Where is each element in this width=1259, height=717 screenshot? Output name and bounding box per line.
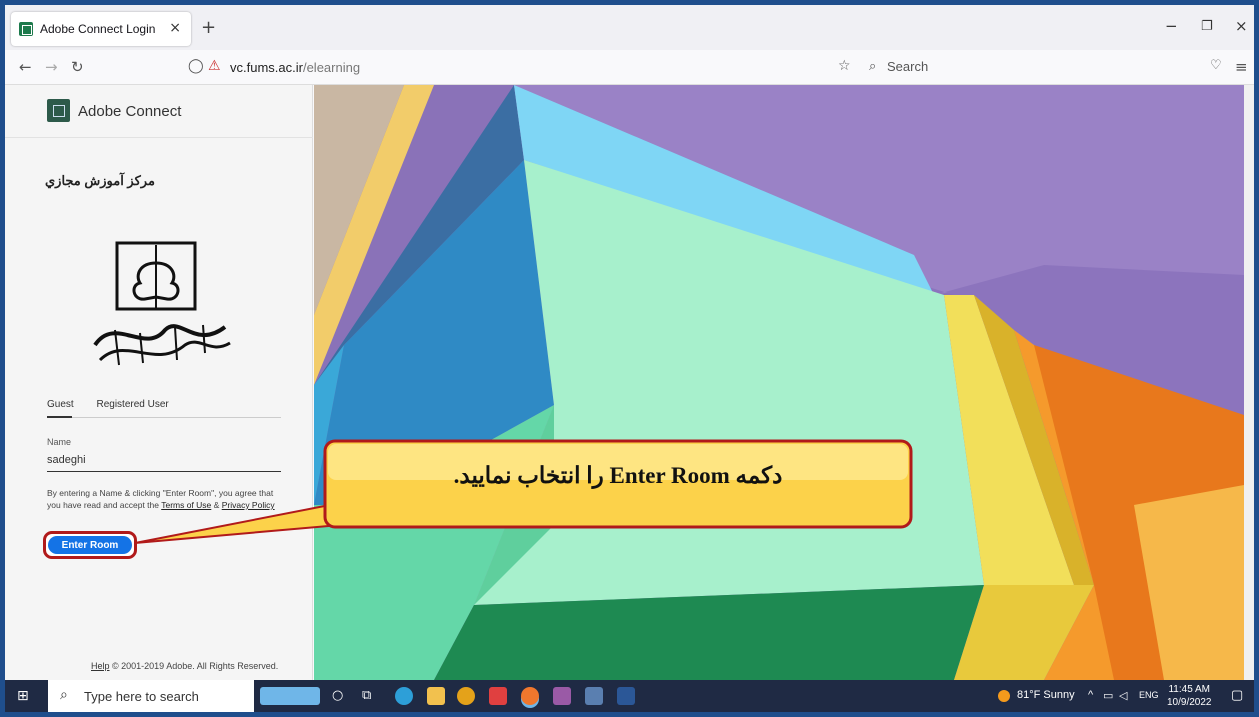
word-icon[interactable] <box>617 687 635 705</box>
browser-window: Adobe Connect Login × + − ❐ × ← → ↻ ◯ ⚠ … <box>5 5 1254 712</box>
tab-bar: Adobe Connect Login × + − ❐ × <box>5 5 1254 50</box>
search-bar[interactable]: ⌕ Search <box>865 55 1205 80</box>
edge-icon[interactable] <box>395 687 413 705</box>
insecure-lock-icon[interactable]: ⚠ <box>208 58 221 74</box>
tray-expand-icon[interactable]: ^ <box>1088 689 1093 701</box>
chrome-icon[interactable] <box>457 687 475 705</box>
cortana-icon[interactable]: ○ <box>332 688 350 706</box>
photos-icon[interactable] <box>585 687 603 705</box>
network-icon[interactable]: ▭ <box>1103 689 1113 702</box>
notification-icon[interactable]: ▢ <box>1231 687 1243 703</box>
taskbar: ⊞ ⌕ Type here to search ○ ⧉ 81°F Sunny ^… <box>5 680 1254 712</box>
address-bar[interactable]: ◯ ⚠ vc.fums.ac.ir/elearning <box>180 54 840 81</box>
new-tab-icon[interactable]: + <box>201 17 216 38</box>
window-close-icon[interactable]: × <box>1235 17 1248 35</box>
callout-bubble <box>134 439 913 544</box>
screen-frame: Adobe Connect Login × + − ❐ × ← → ↻ ◯ ⚠ … <box>0 0 1259 717</box>
search-highlight-icon[interactable] <box>260 687 320 705</box>
forward-icon[interactable]: → <box>45 58 58 76</box>
clock-time: 11:45 AM <box>1168 684 1210 695</box>
windows-start-icon[interactable]: ⊞ <box>17 688 29 704</box>
winrar-icon[interactable] <box>553 687 571 705</box>
shield-icon[interactable]: ◯ <box>188 58 204 74</box>
url-path: /elearning <box>302 60 361 75</box>
callout: دکمه Enter Room را انتخاب نمایید. <box>323 438 913 528</box>
tab-title: Adobe Connect Login <box>40 22 156 36</box>
navigation-bar: ← → ↻ ◯ ⚠ vc.fums.ac.ir/elearning ☆ ⌕ Se… <box>5 50 1254 85</box>
clock[interactable]: 11:45 AM 10/9/2022 <box>1167 683 1212 709</box>
taskbar-search-icon: ⌕ <box>60 687 68 703</box>
language-indicator[interactable]: ENG <box>1139 690 1159 700</box>
taskbar-search-placeholder: Type here to search <box>84 689 199 704</box>
weather-sun-icon <box>998 690 1010 702</box>
tab-adobe-connect[interactable]: Adobe Connect Login × <box>11 12 191 46</box>
callout-text: دکمه Enter Room را انتخاب نمایید. <box>453 463 783 488</box>
minimize-icon[interactable]: − <box>1165 17 1178 35</box>
clock-date: 10/9/2022 <box>1167 697 1212 708</box>
search-placeholder: Search <box>887 59 929 74</box>
tab-close-icon[interactable]: × <box>169 20 181 36</box>
weather-text[interactable]: 81°F Sunny <box>1017 689 1075 701</box>
firefox-icon[interactable] <box>521 687 539 705</box>
url-text[interactable]: vc.fums.ac.ir/elearning <box>230 60 360 75</box>
reload-icon[interactable]: ↻ <box>71 58 84 76</box>
page-content: Adobe Connect مرکز آموزش مجازي Guest Reg… <box>5 85 1254 680</box>
anydesk-icon[interactable] <box>489 687 507 705</box>
search-icon: ⌕ <box>869 58 877 73</box>
back-icon[interactable]: ← <box>19 58 32 76</box>
menu-icon[interactable]: ≡ <box>1235 58 1248 76</box>
task-view-icon[interactable]: ⧉ <box>362 688 380 706</box>
taskbar-search[interactable]: ⌕ Type here to search <box>48 680 254 712</box>
restore-icon[interactable]: ❐ <box>1201 19 1213 34</box>
url-host: vc.fums.ac.ir <box>230 60 303 75</box>
volume-icon[interactable]: ◁ <box>1119 689 1127 702</box>
file-explorer-icon[interactable] <box>427 687 445 705</box>
pocket-icon[interactable]: ♡ <box>1210 58 1222 73</box>
bookmark-star-icon[interactable]: ☆ <box>838 58 851 74</box>
adobe-connect-favicon-icon <box>19 22 33 36</box>
